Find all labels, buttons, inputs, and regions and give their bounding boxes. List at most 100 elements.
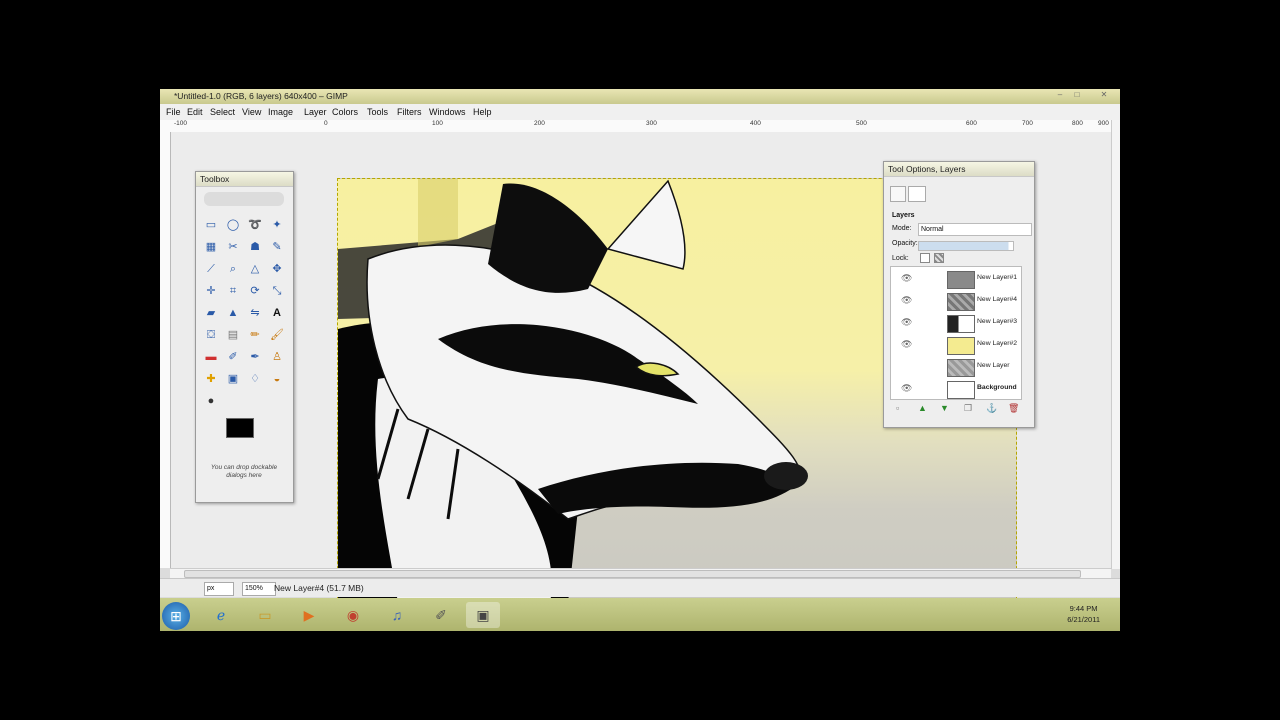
color-select-icon[interactable]: ▦ — [202, 238, 220, 256]
menu-edit[interactable]: Edit — [187, 107, 203, 117]
layer-row[interactable]: New Layer — [897, 357, 1027, 377]
horizontal-scrollbar[interactable] — [170, 568, 1111, 578]
new-layer-icon[interactable]: ▫ — [896, 403, 899, 413]
minimize-button[interactable]: – — [1053, 90, 1067, 100]
ellipse-select-icon[interactable]: ◯ — [224, 216, 242, 234]
menu-tools[interactable]: Tools — [367, 107, 388, 117]
layer-row[interactable]: 👁 New Layer#4 — [897, 291, 1027, 311]
menu-layer[interactable]: Layer — [304, 107, 327, 117]
align-icon[interactable]: ✛ — [202, 282, 220, 300]
dock-hint: You can drop dockable dialogs here — [210, 464, 278, 479]
layers-panel: Tool Options, Layers Layers Mode: Normal… — [883, 161, 1035, 428]
layer-row[interactable]: 👁 New Layer#2 — [897, 335, 1027, 355]
clock-time: 9:44 PM — [1069, 604, 1098, 613]
ruler-tick: 800 — [1072, 120, 1083, 127]
ruler-tick: 0 — [324, 120, 328, 127]
scissors-icon[interactable]: ✂ — [224, 238, 242, 256]
eraser-icon[interactable]: ▬ — [202, 348, 220, 366]
dodge-burn-icon[interactable]: ◒ — [268, 370, 286, 388]
foreground-select-icon[interactable]: ☗ — [246, 238, 264, 256]
paths-icon[interactable]: ✎ — [268, 238, 286, 256]
menu-windows[interactable]: Windows — [429, 107, 466, 117]
opacity-slider[interactable] — [918, 241, 1014, 251]
menu-help[interactable]: Help — [473, 107, 492, 117]
start-button-icon[interactable]: ⊞ — [162, 602, 190, 630]
unit-select[interactable]: px — [204, 582, 234, 596]
ruler-tick: 200 — [534, 120, 545, 127]
delete-layer-icon[interactable]: 🗑 — [1008, 403, 1019, 414]
perspective-clone-icon[interactable]: ▣ — [224, 370, 242, 388]
title-bar: *Untitled-1.0 (RGB, 6 layers) 640x400 – … — [160, 89, 1120, 104]
tab-layers[interactable] — [908, 186, 926, 202]
maximize-button[interactable]: □ — [1070, 90, 1084, 100]
mode-select[interactable]: Normal — [918, 223, 1032, 236]
firefox-icon[interactable]: ◉ — [336, 602, 370, 628]
duplicate-layer-icon[interactable]: ❐ — [964, 403, 972, 414]
zoom-select[interactable]: 150% — [242, 582, 276, 596]
itunes-icon[interactable]: ♫ — [380, 602, 414, 628]
blur-icon[interactable]: ● — [202, 392, 220, 410]
airbrush-icon[interactable]: ✐ — [224, 348, 242, 366]
anchor-layer-icon[interactable]: ⚓ — [986, 403, 997, 414]
ie-icon[interactable]: ℯ — [204, 602, 238, 628]
vertical-scrollbar[interactable] — [1111, 120, 1120, 569]
smudge-icon[interactable]: ♢ — [246, 370, 264, 388]
visibility-eye-icon[interactable]: 👁 — [901, 273, 912, 284]
lower-layer-icon[interactable]: ▼ — [940, 403, 949, 413]
scale-icon[interactable]: ⤡ — [268, 282, 286, 300]
status-bar: px 150% New Layer#4 (51.7 MB) — [160, 578, 1120, 597]
scroll-thumb[interactable] — [184, 570, 1081, 578]
move-icon[interactable]: ✥ — [268, 260, 286, 278]
visibility-eye-icon[interactable]: 👁 — [901, 317, 912, 328]
rect-select-icon[interactable]: ▭ — [202, 216, 220, 234]
heal-icon[interactable]: ✚ — [202, 370, 220, 388]
crop-icon[interactable]: ⌗ — [224, 282, 242, 300]
perspective-icon[interactable]: ▲ — [224, 304, 242, 322]
text-tool-icon[interactable]: A — [268, 304, 286, 322]
gimp-window-task-icon[interactable]: ▣ — [466, 602, 500, 628]
layer-thumbnail — [947, 315, 975, 333]
pencil-icon[interactable]: ✏ — [246, 326, 264, 344]
menu-select[interactable]: Select — [210, 107, 235, 117]
color-picker-icon[interactable]: ⟋ — [202, 260, 220, 278]
vertical-ruler[interactable] — [160, 132, 171, 568]
explorer-folder-icon[interactable]: ▭ — [248, 602, 282, 628]
system-clock[interactable]: 9:44 PM 6/21/2011 — [1067, 603, 1100, 625]
foreground-color-swatch[interactable] — [226, 418, 254, 438]
raise-layer-icon[interactable]: ▲ — [918, 403, 927, 413]
tab-tool-options[interactable] — [890, 186, 906, 202]
layer-thumbnail — [947, 381, 975, 399]
clone-icon[interactable]: ♙ — [268, 348, 286, 366]
visibility-eye-icon[interactable]: 👁 — [901, 383, 912, 394]
opacity-label: Opacity: — [892, 240, 918, 247]
close-button[interactable]: ✕ — [1097, 90, 1111, 100]
visibility-eye-icon[interactable]: 👁 — [901, 339, 912, 350]
paintbrush-icon[interactable]: 🖌 — [268, 326, 286, 344]
lasso-icon[interactable]: ➰ — [246, 216, 264, 234]
lock-pixels-checkbox[interactable] — [920, 253, 930, 263]
ink-icon[interactable]: ✒ — [246, 348, 264, 366]
visibility-eye-icon[interactable]: 👁 — [901, 295, 912, 306]
lock-alpha-checkbox[interactable] — [934, 253, 944, 263]
flip-icon[interactable]: ⇋ — [246, 304, 264, 322]
menu-file[interactable]: File — [166, 107, 181, 117]
menu-view[interactable]: View — [242, 107, 261, 117]
media-player-icon[interactable]: ▶ — [292, 602, 326, 628]
fuzzy-select-icon[interactable]: ✦ — [268, 216, 286, 234]
bucket-fill-icon[interactable]: ⛋ — [202, 326, 220, 344]
gimp-icon[interactable]: ✐ — [424, 602, 458, 628]
rotate-icon[interactable]: ⟳ — [246, 282, 264, 300]
blend-icon[interactable]: ▤ — [224, 326, 242, 344]
status-text: New Layer#4 (51.7 MB) — [274, 583, 364, 593]
menu-image[interactable]: Image — [268, 107, 293, 117]
menu-filters[interactable]: Filters — [397, 107, 422, 117]
layer-actions: ▫ ▲ ▼ ❐ ⚓ 🗑 — [894, 403, 1024, 417]
layer-row[interactable]: 👁 Background — [897, 379, 1027, 399]
measure-icon[interactable]: △ — [246, 260, 264, 278]
menu-colors[interactable]: Colors — [332, 107, 358, 117]
layer-row[interactable]: 👁 New Layer#3 — [897, 313, 1027, 333]
ruler-tick: 700 — [1022, 120, 1033, 127]
shear-icon[interactable]: ▰ — [202, 304, 220, 322]
zoom-icon[interactable]: ⌕ — [224, 260, 242, 278]
layer-row[interactable]: 👁 New Layer#1 — [897, 269, 1027, 289]
